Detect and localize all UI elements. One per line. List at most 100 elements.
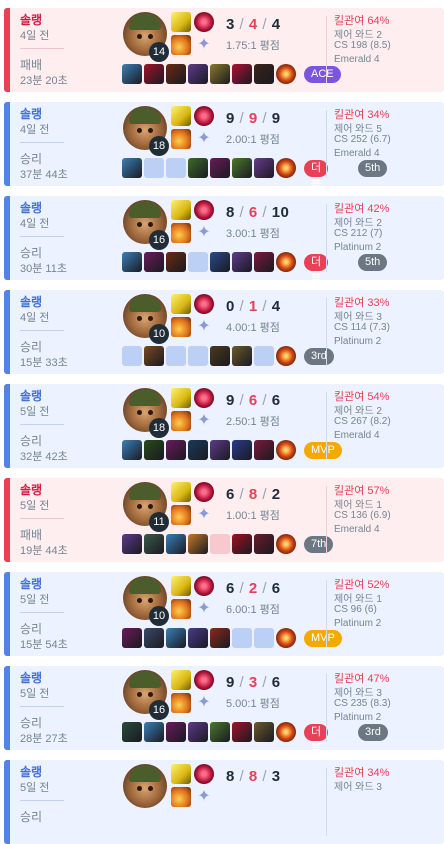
ignite-spell-icon[interactable] [171, 787, 191, 807]
secondary-rune-icon[interactable]: ✦ [194, 787, 214, 807]
item-slot[interactable] [166, 252, 186, 272]
flash-spell-icon[interactable] [171, 200, 191, 220]
item-slot[interactable] [254, 64, 274, 84]
item-slot[interactable] [188, 628, 208, 648]
item-slot[interactable] [254, 158, 274, 178]
item-slot[interactable] [232, 158, 252, 178]
item-slot[interactable] [254, 252, 274, 272]
item-slot[interactable] [232, 252, 252, 272]
match-card[interactable]: 솔랭 4일 전 승리 15분 33초 10 ✦ 0 / 1 / 4 4.00:1… [4, 290, 444, 374]
flash-spell-icon[interactable] [171, 106, 191, 126]
flash-spell-icon[interactable] [171, 670, 191, 690]
item-slot[interactable] [166, 722, 186, 742]
item-slot[interactable] [254, 534, 274, 554]
ward-trinket-icon[interactable] [276, 252, 296, 272]
keystone-rune-icon[interactable] [194, 294, 214, 314]
item-slot[interactable] [232, 64, 252, 84]
item-slot[interactable] [144, 722, 164, 742]
flash-spell-icon[interactable] [171, 576, 191, 596]
secondary-rune-icon[interactable]: ✦ [194, 599, 214, 619]
flash-spell-icon[interactable] [171, 482, 191, 502]
item-slot[interactable] [122, 64, 142, 84]
item-slot[interactable] [188, 440, 208, 460]
keystone-rune-icon[interactable] [194, 12, 214, 32]
item-slot[interactable] [254, 722, 274, 742]
match-card[interactable]: 솔랭 4일 전 승리 37분 44초 18 ✦ 9 / 9 / 9 2.00:1… [4, 102, 444, 186]
item-slot[interactable] [166, 64, 186, 84]
match-card[interactable]: 솔랭 5일 전 승리 28분 27초 16 ✦ 9 / 3 / 6 5.00:1… [4, 666, 444, 750]
secondary-rune-icon[interactable]: ✦ [194, 505, 214, 525]
item-slot[interactable] [210, 628, 230, 648]
keystone-rune-icon[interactable] [194, 482, 214, 502]
secondary-rune-icon[interactable]: ✦ [194, 411, 214, 431]
keystone-rune-icon[interactable] [194, 200, 214, 220]
ward-trinket-icon[interactable] [276, 628, 296, 648]
ignite-spell-icon[interactable] [171, 317, 191, 337]
item-slot[interactable] [232, 722, 252, 742]
secondary-rune-icon[interactable]: ✦ [194, 693, 214, 713]
keystone-rune-icon[interactable] [194, 670, 214, 690]
item-slot[interactable] [210, 440, 230, 460]
ward-trinket-icon[interactable] [276, 440, 296, 460]
ward-trinket-icon[interactable] [276, 346, 296, 366]
champion-portrait[interactable] [123, 764, 167, 808]
match-card[interactable]: 솔랭 5일 전 승리 ✦ 8 / 8 / 3 킬관여 34% 제어 와드 3 [4, 760, 444, 844]
flash-spell-icon[interactable] [171, 764, 191, 784]
ignite-spell-icon[interactable] [171, 35, 191, 55]
ignite-spell-icon[interactable] [171, 223, 191, 243]
keystone-rune-icon[interactable] [194, 764, 214, 784]
item-slot[interactable] [144, 628, 164, 648]
match-card[interactable]: 솔랭 4일 전 패배 23분 20초 14 ✦ 3 / 4 / 4 1.75:1… [4, 8, 444, 92]
item-slot[interactable] [210, 158, 230, 178]
ward-trinket-icon[interactable] [276, 722, 296, 742]
ignite-spell-icon[interactable] [171, 411, 191, 431]
item-slot[interactable] [122, 158, 142, 178]
item-slot[interactable] [232, 534, 252, 554]
item-slot[interactable] [210, 722, 230, 742]
item-slot[interactable] [232, 440, 252, 460]
keystone-rune-icon[interactable] [194, 388, 214, 408]
secondary-rune-icon[interactable]: ✦ [194, 317, 214, 337]
item-slot[interactable] [144, 440, 164, 460]
keystone-rune-icon[interactable] [194, 106, 214, 126]
item-slot[interactable] [166, 628, 186, 648]
ward-trinket-icon[interactable] [276, 158, 296, 178]
item-slot[interactable] [210, 252, 230, 272]
item-slot[interactable] [122, 252, 142, 272]
item-slot[interactable] [166, 440, 186, 460]
item-slot[interactable] [144, 64, 164, 84]
item-slot[interactable] [210, 64, 230, 84]
item-slot[interactable] [144, 252, 164, 272]
flash-spell-icon[interactable] [171, 12, 191, 32]
item-slot[interactable] [188, 722, 208, 742]
match-card[interactable]: 솔랭 5일 전 패배 19분 44초 11 ✦ 6 / 8 / 2 1.00:1… [4, 478, 444, 562]
secondary-rune-icon[interactable]: ✦ [194, 223, 214, 243]
ignite-spell-icon[interactable] [171, 599, 191, 619]
secondary-rune-icon[interactable]: ✦ [194, 35, 214, 55]
match-card[interactable]: 솔랭 4일 전 승리 30분 11초 16 ✦ 8 / 6 / 10 3.00:… [4, 196, 444, 280]
item-slot[interactable] [188, 534, 208, 554]
item-slot[interactable] [210, 346, 230, 366]
ignite-spell-icon[interactable] [171, 129, 191, 149]
item-slot[interactable] [232, 346, 252, 366]
match-card[interactable]: 솔랭 5일 전 승리 15분 54초 10 ✦ 6 / 2 / 6 6.00:1… [4, 572, 444, 656]
item-slot[interactable] [122, 722, 142, 742]
ward-trinket-icon[interactable] [276, 534, 296, 554]
item-slot[interactable] [166, 534, 186, 554]
secondary-rune-icon[interactable]: ✦ [194, 129, 214, 149]
ignite-spell-icon[interactable] [171, 693, 191, 713]
keystone-rune-icon[interactable] [194, 576, 214, 596]
flash-spell-icon[interactable] [171, 294, 191, 314]
item-slot[interactable] [254, 440, 274, 460]
item-slot[interactable] [144, 534, 164, 554]
item-slot[interactable] [188, 64, 208, 84]
item-slot[interactable] [122, 628, 142, 648]
match-card[interactable]: 솔랭 5일 전 승리 32분 42초 18 ✦ 9 / 6 / 6 2.50:1… [4, 384, 444, 468]
ignite-spell-icon[interactable] [171, 505, 191, 525]
ward-trinket-icon[interactable] [276, 64, 296, 84]
item-slot[interactable] [188, 158, 208, 178]
flash-spell-icon[interactable] [171, 388, 191, 408]
item-slot[interactable] [122, 440, 142, 460]
item-slot[interactable] [122, 534, 142, 554]
item-slot[interactable] [144, 346, 164, 366]
